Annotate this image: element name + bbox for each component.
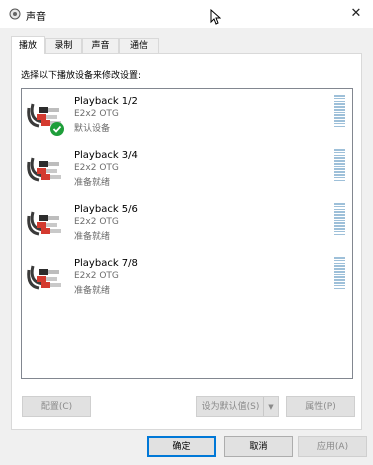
device-subtitle: E2x2 OTG <box>74 163 119 173</box>
playback-panel: 选择以下播放设备来修改设置: Playback 1/2 E2x2 OTG 默认设… <box>11 53 362 430</box>
device-subtitle: E2x2 OTG <box>74 217 119 227</box>
close-icon: ✕ <box>350 6 362 21</box>
device-status: 准备就绪 <box>74 286 111 296</box>
level-meter-icon <box>334 95 346 129</box>
device-subtitle: E2x2 OTG <box>74 271 119 281</box>
device-list[interactable]: Playback 1/2 E2x2 OTG 默认设备 Playback 3/4 … <box>21 88 353 379</box>
tab-sounds[interactable]: 声音 <box>82 38 119 53</box>
device-name: Playback 7/8 <box>74 258 138 269</box>
green-check-icon <box>50 122 64 136</box>
set-default-button[interactable]: 设为默认值(S) ▼ <box>196 396 279 417</box>
window-title: 声音 <box>26 12 46 23</box>
rca-cable-icon <box>27 157 61 182</box>
rca-cable-icon <box>27 211 61 236</box>
tab-recording[interactable]: 录制 <box>45 38 82 53</box>
chevron-down-icon[interactable]: ▼ <box>263 397 278 416</box>
properties-button[interactable]: 属性(P) <box>286 396 355 417</box>
apply-button[interactable]: 应用(A) <box>298 436 367 457</box>
close-button[interactable]: ✕ <box>339 0 373 28</box>
device-status: 准备就绪 <box>74 232 111 242</box>
device-subtitle: E2x2 OTG <box>74 109 119 119</box>
tab-playback[interactable]: 播放 <box>11 36 45 54</box>
device-status: 准备就绪 <box>74 178 111 188</box>
device-status: 默认设备 <box>74 124 111 134</box>
speaker-icon <box>9 8 21 20</box>
mouse-cursor-icon <box>210 9 221 25</box>
title-bar: 声音 ✕ <box>0 0 373 28</box>
set-default-label: 设为默认值(S) <box>201 402 260 412</box>
device-item-playback-5-6[interactable]: Playback 5/6 E2x2 OTG 准备就绪 <box>22 199 352 253</box>
device-item-playback-7-8[interactable]: Playback 7/8 E2x2 OTG 准备就绪 <box>22 253 352 307</box>
device-name: Playback 5/6 <box>74 204 138 215</box>
device-name: Playback 1/2 <box>74 96 138 107</box>
instruction-text: 选择以下播放设备来修改设置: <box>21 71 142 81</box>
device-item-playback-3-4[interactable]: Playback 3/4 E2x2 OTG 准备就绪 <box>22 145 352 199</box>
ok-button[interactable]: 确定 <box>147 436 216 457</box>
level-meter-icon <box>334 257 346 291</box>
cancel-button[interactable]: 取消 <box>224 436 293 457</box>
tab-communications[interactable]: 通信 <box>119 38 159 53</box>
level-meter-icon <box>334 149 346 183</box>
level-meter-icon <box>334 203 346 237</box>
device-item-playback-1-2[interactable]: Playback 1/2 E2x2 OTG 默认设备 <box>22 91 352 145</box>
configure-button[interactable]: 配置(C) <box>22 396 91 417</box>
device-name: Playback 3/4 <box>74 150 138 161</box>
rca-cable-icon <box>27 265 61 290</box>
